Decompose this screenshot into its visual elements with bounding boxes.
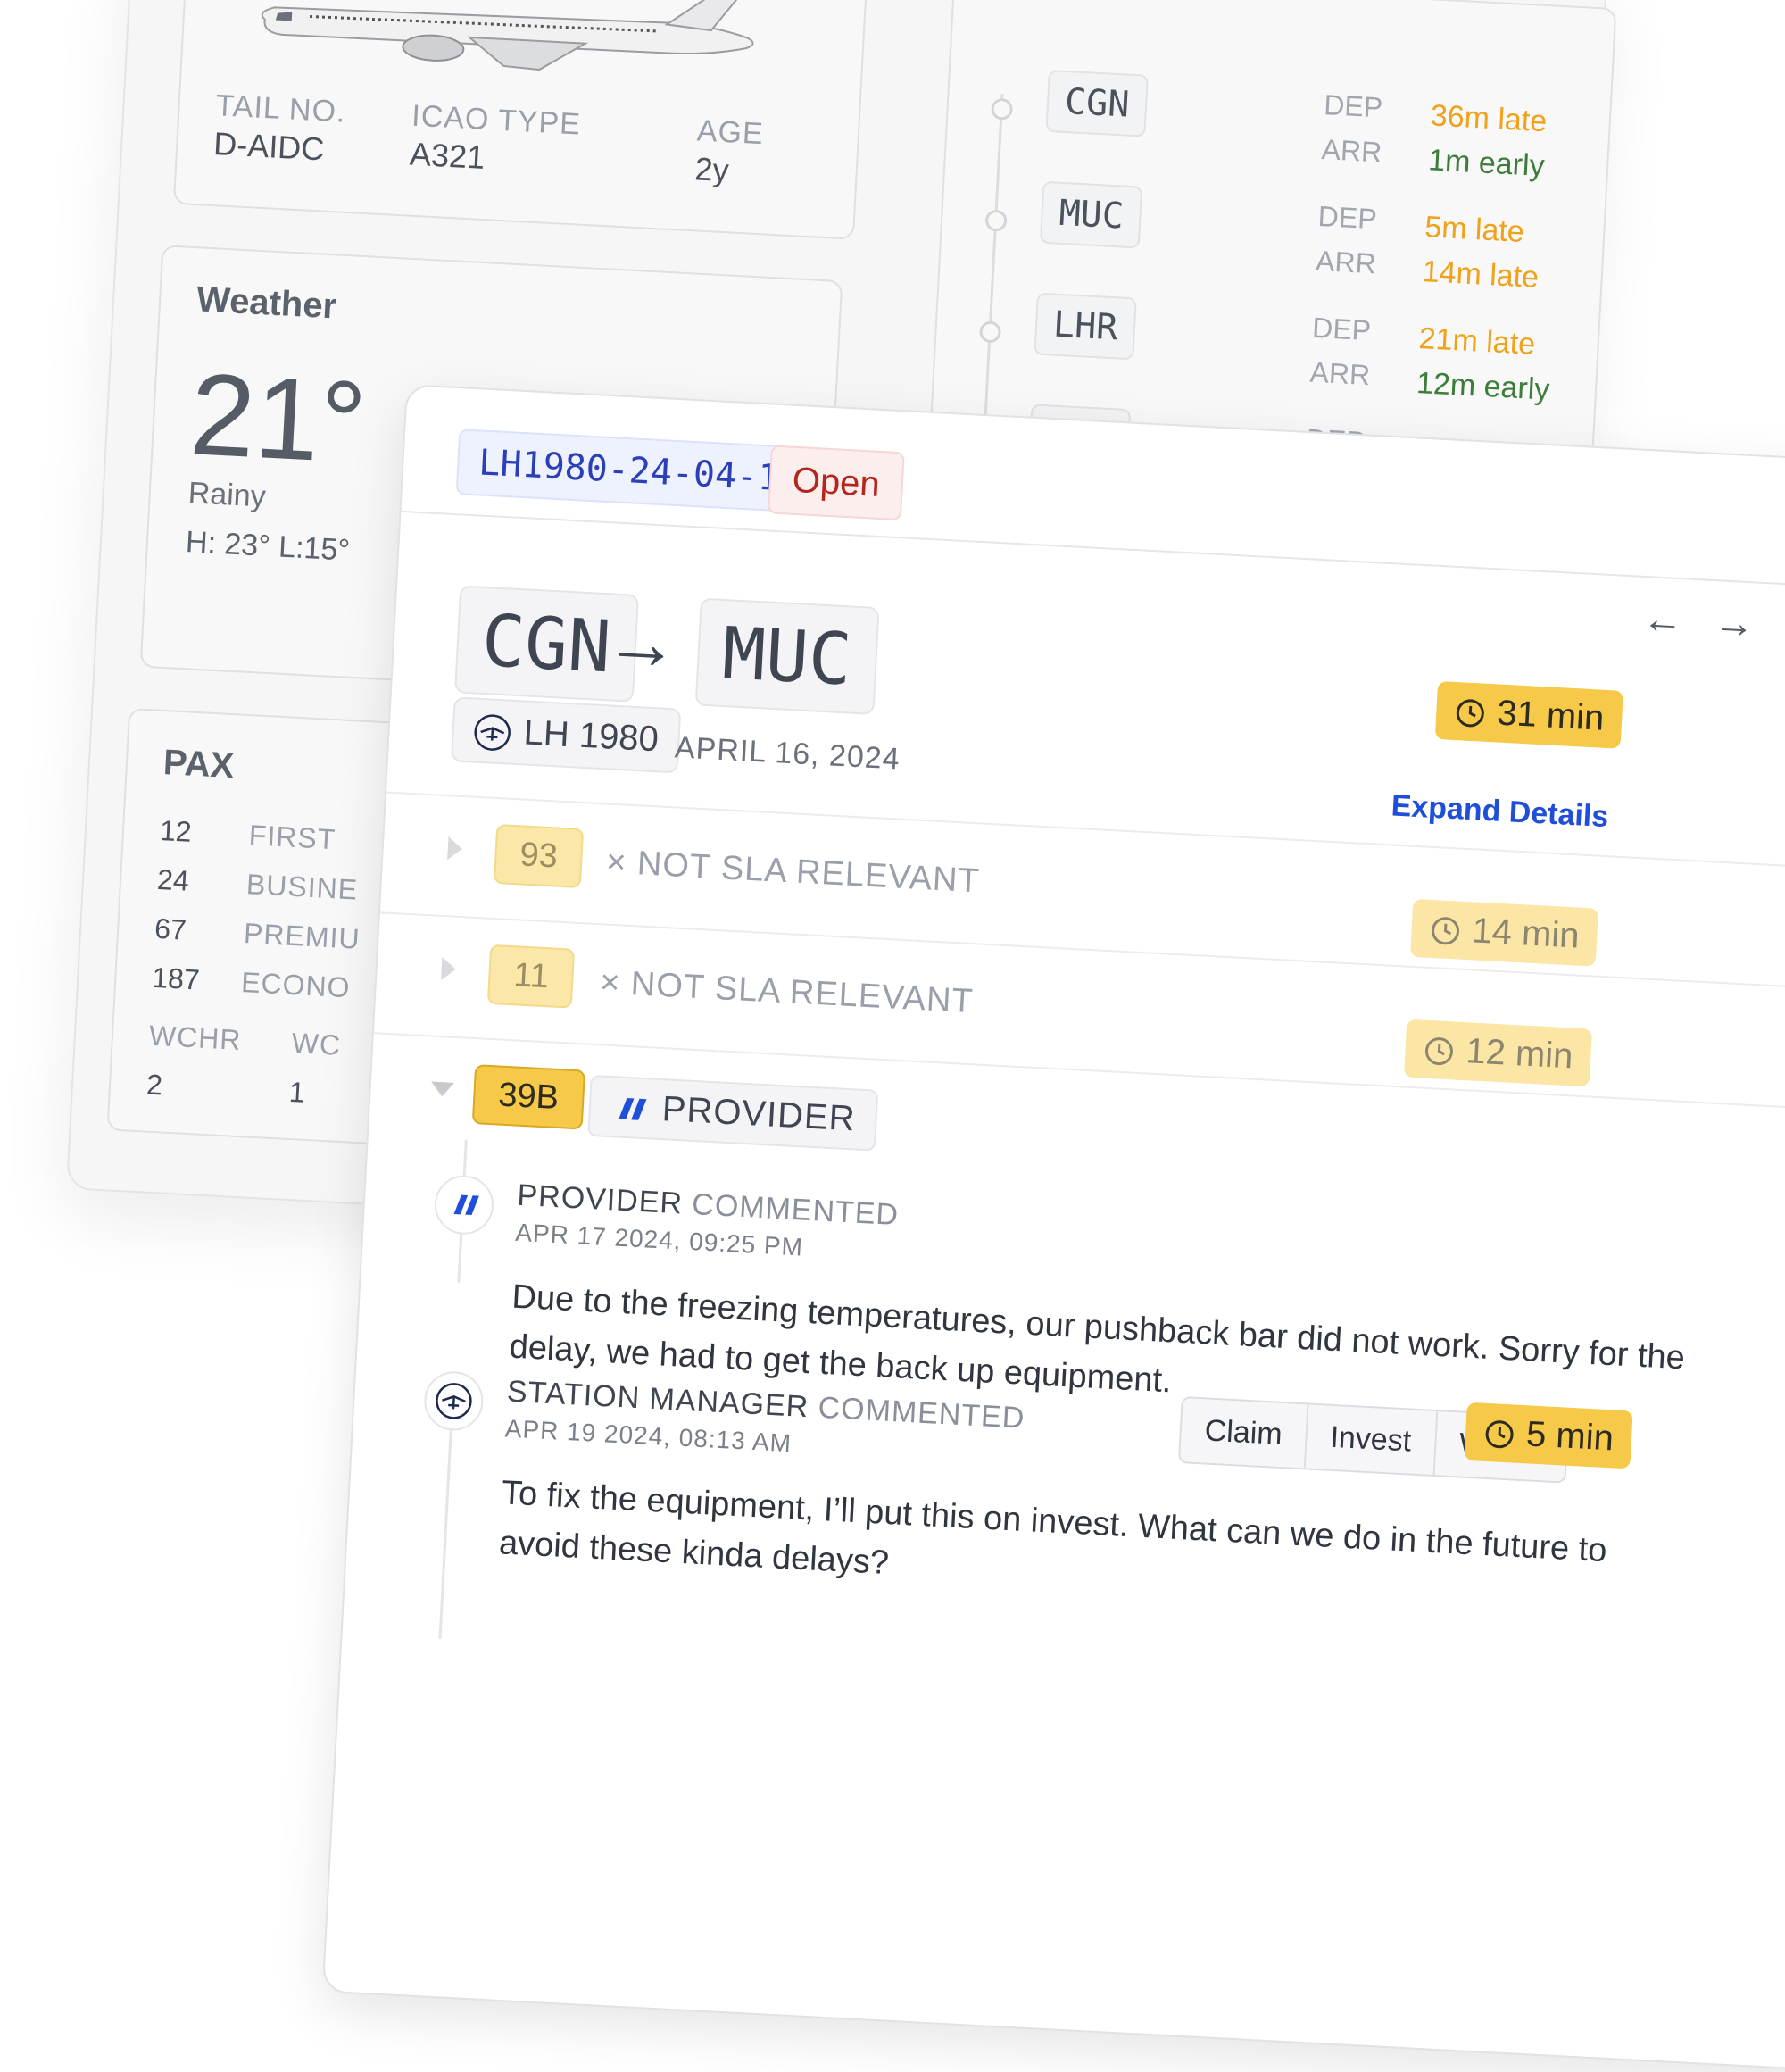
- item-delay: 12 min: [1465, 1031, 1574, 1077]
- aircraft-card: TAIL NO. D-AIDC ICAO TYPE A321 AGE 2y: [172, 0, 868, 240]
- comment-body: To fix the equipment, I’ll put this on i…: [498, 1474, 1608, 1583]
- pax-count: 24: [156, 862, 190, 897]
- dep-label: DEP: [1311, 311, 1372, 347]
- expand-caret-icon[interactable]: [439, 955, 459, 983]
- item-delay: 14 min: [1471, 911, 1581, 956]
- delay-code-chip: 39B: [471, 1064, 585, 1130]
- provider-avatar: [433, 1173, 495, 1236]
- next-arrow-icon[interactable]: →: [1713, 597, 1756, 647]
- icao-type-value: A321: [409, 135, 486, 176]
- pax-count: 12: [159, 813, 193, 848]
- arr-label: ARR: [1320, 133, 1383, 169]
- weather-title: Weather: [195, 279, 338, 327]
- status-badge: Open: [767, 445, 905, 521]
- aircraft-image: [261, 0, 754, 71]
- high-low: H: 23° L:15°: [185, 525, 351, 568]
- age-field: AGE 2y: [694, 113, 765, 191]
- icao-type-field: ICAO TYPE A321: [409, 99, 582, 182]
- destination-code: MUC: [694, 597, 880, 715]
- provider-logo-icon: [453, 1194, 479, 1216]
- route-arrow-icon: →: [602, 598, 682, 687]
- thread-line: [438, 1407, 454, 1639]
- total-delay-chip: 31 min: [1434, 680, 1623, 749]
- pax-class: ECONO: [240, 965, 352, 1004]
- wc-label: WC: [290, 1027, 343, 1061]
- item-delay-chip: 14 min: [1409, 898, 1599, 967]
- sla-status: × NOT SLA RELEVANT: [599, 963, 975, 1021]
- timeline-node: [978, 320, 1002, 344]
- delay-detail-panel: LH1980-24-04-16 Open ← → CGN → MUC LH 19…: [321, 384, 1785, 2072]
- age-label: AGE: [695, 113, 765, 152]
- sla-status: × NOT SLA RELEVANT: [605, 844, 981, 902]
- delay-code-chip: 93: [493, 823, 585, 889]
- flight-number: LH 1980: [522, 712, 660, 760]
- provider-chip: PROVIDER: [587, 1074, 879, 1152]
- pax-row: 67 PREMIU: [154, 912, 361, 956]
- expand-details-link[interactable]: Expand Details: [1391, 788, 1609, 835]
- stop-code: MUC: [1039, 180, 1143, 249]
- sla-status-label: NOT SLA RELEVANT: [635, 845, 981, 901]
- stop-code: LHR: [1034, 292, 1138, 361]
- pax-count: 187: [151, 961, 201, 996]
- dep-delay: 5m late: [1424, 210, 1525, 250]
- arr-delay: 14m late: [1421, 254, 1540, 295]
- delay-code-chip: 11: [486, 944, 576, 1009]
- weather-condition: Rainy: [187, 476, 267, 514]
- comment-author-name: PROVIDER: [516, 1177, 684, 1221]
- arr-delay: 12m early: [1416, 365, 1551, 407]
- flight-number-chip: LH 1980: [450, 696, 682, 774]
- dep-delay: 36m late: [1429, 98, 1548, 139]
- pax-row: 12 FIRST: [159, 814, 336, 856]
- arr-delay: 1m early: [1427, 143, 1546, 184]
- x-icon: ×: [605, 843, 628, 882]
- clock-icon: [1424, 1037, 1453, 1066]
- timeline-node: [991, 97, 1014, 121]
- station-manager-avatar: [422, 1369, 486, 1433]
- provider-logo-icon: [619, 1098, 647, 1121]
- arr-label: ARR: [1308, 355, 1372, 392]
- dep-label: DEP: [1316, 199, 1378, 236]
- tail-number-value: D-AIDC: [212, 125, 326, 168]
- sla-status-label: NOT SLA RELEVANT: [629, 965, 975, 1021]
- wchr-label: WCHR: [148, 1019, 243, 1057]
- collapse-caret-icon[interactable]: [428, 1079, 456, 1099]
- timeline-node: [984, 209, 1008, 232]
- tail-number-label: TAIL NO.: [214, 88, 347, 129]
- pax-title: PAX: [162, 743, 236, 786]
- x-icon: ×: [599, 963, 622, 1003]
- pax-row: 187 ECONO: [151, 961, 352, 1005]
- dep-label: DEP: [1323, 88, 1384, 124]
- lufthansa-logo-icon: [436, 1383, 472, 1419]
- scene: TAIL NO. D-AIDC ICAO TYPE A321 AGE 2y We…: [0, 0, 1785, 2072]
- clock-icon: [1456, 699, 1484, 728]
- stop-code: CGN: [1045, 69, 1150, 137]
- provider-label: PROVIDER: [660, 1089, 857, 1139]
- clock-icon: [1432, 917, 1460, 945]
- pax-count: 67: [154, 911, 187, 946]
- dep-delay: 21m late: [1417, 321, 1537, 362]
- item-delay-chip: 12 min: [1403, 1019, 1593, 1087]
- age-value: 2y: [693, 150, 730, 189]
- flight-date: APRIL 16, 2024: [674, 730, 901, 777]
- lufthansa-logo-icon: [474, 714, 511, 752]
- pax-class: PREMIU: [243, 917, 361, 955]
- total-delay: 31 min: [1496, 693, 1606, 738]
- pax-class: FIRST: [248, 819, 337, 856]
- temperature: 21°: [187, 348, 369, 488]
- pax-class: BUSINE: [245, 868, 359, 906]
- arr-label: ARR: [1315, 244, 1377, 280]
- pax-row: 24 BUSINE: [156, 863, 359, 907]
- comment-verb: COMMENTED: [691, 1187, 900, 1233]
- expand-caret-icon[interactable]: [445, 835, 465, 862]
- header-divider: [401, 510, 1785, 592]
- tail-number-field: TAIL NO. D-AIDC: [212, 88, 346, 170]
- previous-arrow-icon[interactable]: ←: [1641, 594, 1685, 644]
- comment-verb: COMMENTED: [817, 1390, 1026, 1435]
- wc-value: 1: [288, 1075, 306, 1109]
- wchr-value: 2: [145, 1068, 163, 1102]
